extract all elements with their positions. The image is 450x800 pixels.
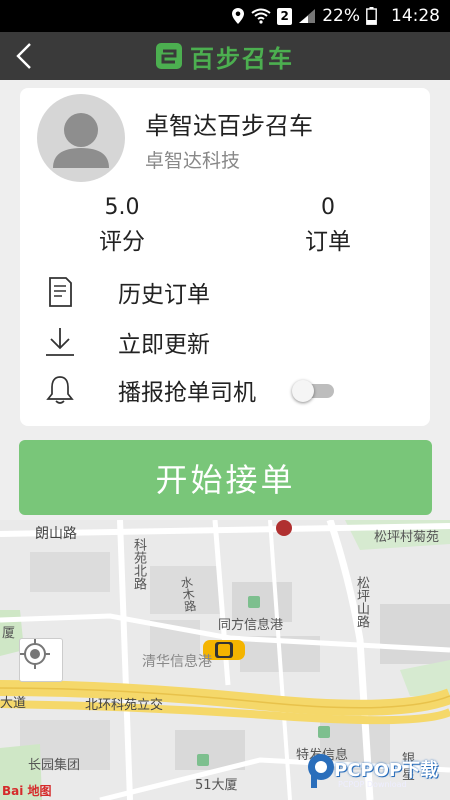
- rating-value: 5.0: [104, 195, 140, 220]
- map-label: 科苑北路: [131, 538, 146, 590]
- menu-item-label: 立即更新: [118, 332, 210, 358]
- driver-name: 卓智达百步召车: [145, 112, 313, 140]
- map-label: 长园集团: [28, 758, 81, 773]
- crosshair-icon: [20, 639, 50, 669]
- pcpop-watermark: PCPOP下载 PCPOP Download: [304, 750, 450, 800]
- signal-icon: [299, 9, 316, 23]
- document-icon: [40, 272, 80, 312]
- sim-badge: 2: [277, 7, 293, 25]
- rating-stat: 5.0 评分: [77, 192, 167, 260]
- map-label: 厦: [2, 626, 16, 641]
- map-label: 朗山路: [35, 526, 77, 542]
- profile-card: 卓智达百步召车 卓智达科技 5.0 评分 0 订单 历史订单 立即更新 播报抢单…: [20, 88, 430, 426]
- map-label: 大道: [0, 696, 27, 711]
- baidu-map-logo: Bai 地图: [2, 784, 52, 798]
- clock: 14:28: [391, 6, 440, 26]
- menu-item-update-now[interactable]: 立即更新: [40, 320, 420, 364]
- map-label: 51大厦: [195, 778, 238, 793]
- rating-label: 评分: [99, 229, 145, 255]
- company-name: 卓智达科技: [145, 150, 241, 172]
- menu-item-label: 历史订单: [118, 282, 210, 308]
- app-logo-icon: [156, 43, 182, 69]
- locate-me-button[interactable]: [19, 638, 63, 682]
- bell-icon: [40, 370, 80, 410]
- app-bar: 百步召车: [0, 32, 450, 80]
- map-label: 同方信息港: [218, 618, 284, 633]
- watermark-text: PCPOP下载: [334, 760, 439, 781]
- brand: 百步召车: [0, 32, 450, 80]
- battery-icon: [366, 7, 377, 25]
- map-label: 松坪山路: [354, 576, 369, 628]
- status-bar: 2 22% 14:28: [0, 0, 450, 32]
- orders-stat: 0 订单: [283, 192, 373, 260]
- orders-label: 订单: [305, 229, 351, 255]
- menu-item-broadcast-driver[interactable]: 播报抢单司机: [40, 368, 420, 412]
- orders-value: 0: [321, 195, 335, 220]
- avatar[interactable]: [37, 94, 125, 182]
- wifi-icon: [251, 8, 271, 24]
- battery-percent: 22%: [322, 6, 360, 26]
- menu-item-history-orders[interactable]: 历史订单: [40, 270, 420, 314]
- start-accepting-orders-button[interactable]: 开始接单: [19, 440, 432, 515]
- back-button[interactable]: [4, 36, 44, 76]
- toggle-thumb: [292, 380, 314, 402]
- download-icon: [40, 322, 80, 362]
- watermark-subtext: PCPOP Download: [338, 780, 407, 789]
- user-placeholder-icon: [53, 113, 109, 168]
- map-label: 松坪村菊苑: [374, 530, 440, 545]
- map-view[interactable]: 朗山路 松坪村菊苑 科苑北路 水木路 松坪山路 同方信息港 厦 清华信息港 大道…: [0, 520, 450, 800]
- back-arrow-icon: [16, 43, 31, 69]
- app-title: 百步召车: [190, 44, 294, 73]
- pcpop-logo-icon: [308, 754, 334, 788]
- location-icon: [232, 8, 245, 24]
- map-label: 清华信息港: [142, 654, 212, 670]
- map-label: 北环科苑立交: [85, 698, 164, 713]
- broadcast-toggle[interactable]: [292, 380, 336, 402]
- menu-item-label: 播报抢单司机: [118, 380, 256, 406]
